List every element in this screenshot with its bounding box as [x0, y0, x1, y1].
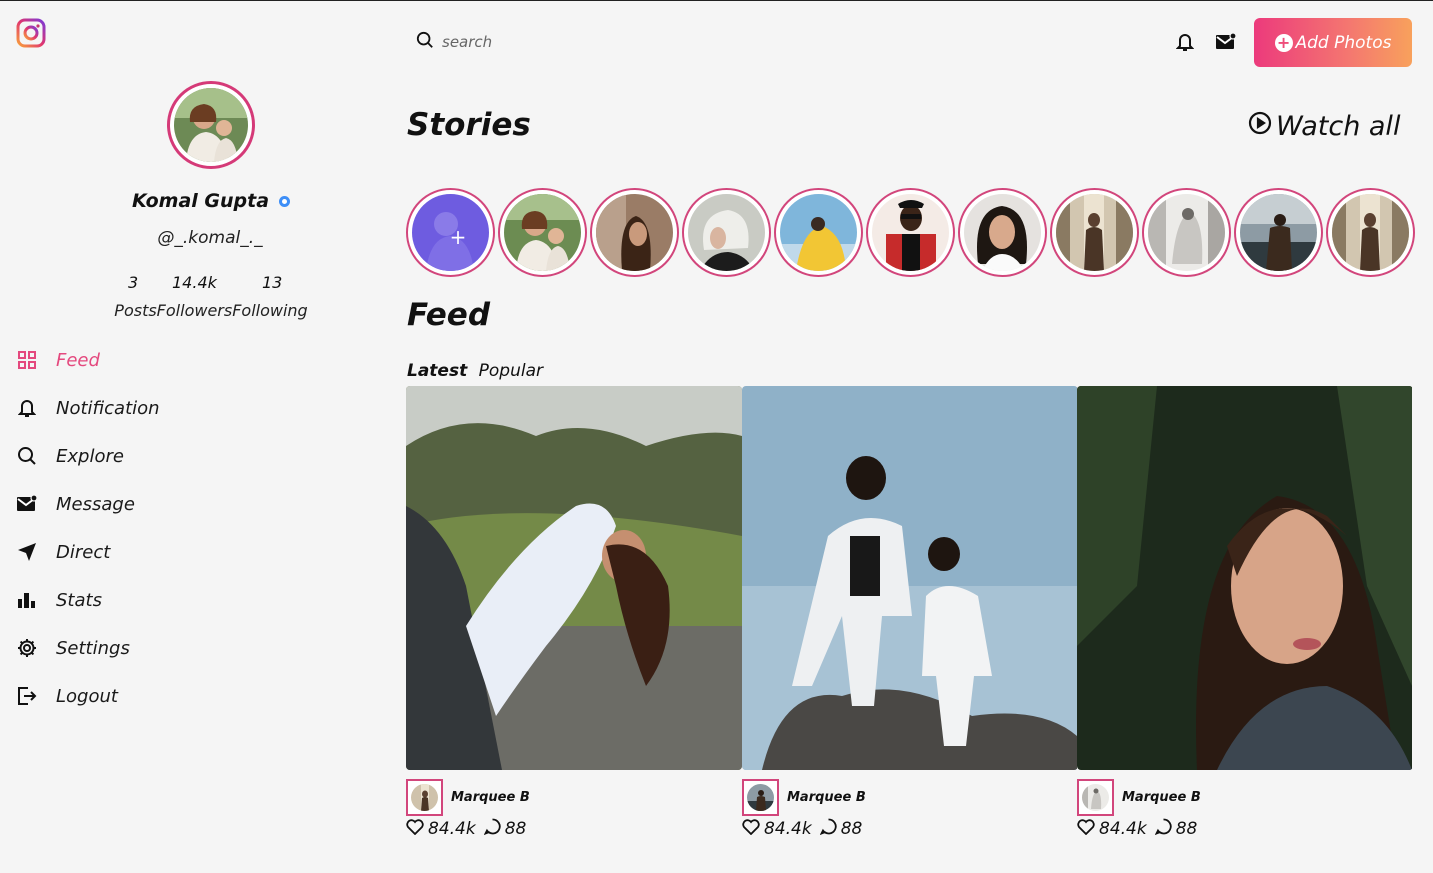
comment-icon[interactable]	[483, 818, 501, 840]
followers-count: 14.4k	[172, 273, 217, 292]
story-item[interactable]	[1050, 188, 1139, 277]
post-author-name[interactable]: Marquee B	[787, 790, 866, 805]
profile-avatar[interactable]	[167, 81, 255, 169]
sidebar-item-label: Explore	[56, 445, 124, 467]
comments-count: 88	[840, 819, 863, 839]
likes-count: 84.4k	[1099, 819, 1147, 839]
sidebar-item-explore[interactable]: Explore	[16, 432, 316, 480]
bell-icon	[16, 397, 38, 419]
bar-chart-icon	[16, 589, 38, 611]
comments-count: 88	[1175, 819, 1198, 839]
watch-all-label: Watch all	[1276, 111, 1401, 142]
watch-all-link[interactable]: Watch all	[1248, 111, 1400, 142]
post-author-name[interactable]: Marquee B	[451, 790, 530, 805]
logout-icon	[16, 685, 38, 707]
messages-mail-icon[interactable]	[1215, 31, 1237, 53]
instagram-logo-icon[interactable]	[16, 18, 46, 48]
sidebar-item-stats[interactable]: Stats	[16, 576, 316, 624]
sidebar-item-label: Direct	[56, 541, 111, 563]
add-photos-label: Add Photos	[1295, 32, 1392, 53]
following-count: 13	[262, 273, 283, 292]
story-item[interactable]	[1142, 188, 1231, 277]
profile-stats: 3 14.4k 13	[0, 273, 420, 295]
stories-row: +	[406, 188, 1416, 278]
heart-icon[interactable]	[742, 818, 760, 840]
mail-icon	[16, 493, 38, 515]
post-counts: 84.4k 88	[406, 818, 534, 840]
grid-icon	[16, 349, 38, 371]
add-story-button[interactable]: +	[406, 188, 495, 277]
sidebar-item-label: Stats	[56, 589, 102, 611]
feed-tabs: Latest Popular	[407, 361, 549, 381]
play-circle-icon	[1248, 111, 1272, 142]
feed-title: Feed	[407, 297, 491, 333]
story-item[interactable]	[1326, 188, 1415, 277]
sidebar-item-label: Message	[56, 493, 135, 515]
feed-post: Marquee B 84.4k 88	[1077, 386, 1413, 839]
post-author-name[interactable]: Marquee B	[1122, 790, 1201, 805]
sidebar-item-direct[interactable]: Direct	[16, 528, 316, 576]
story-item[interactable]	[682, 188, 771, 277]
post-image[interactable]	[406, 386, 742, 770]
tab-popular[interactable]: Popular	[479, 361, 543, 381]
sidebar-item-label: Feed	[56, 349, 100, 371]
likes-count: 84.4k	[764, 819, 812, 839]
search-input[interactable]	[442, 33, 692, 51]
verified-badge-icon	[279, 196, 291, 207]
tab-latest[interactable]: Latest	[407, 361, 467, 381]
story-item[interactable]	[590, 188, 679, 277]
sidebar-item-settings[interactable]: Settings	[16, 624, 316, 672]
heart-icon[interactable]	[406, 818, 424, 840]
post-image[interactable]	[742, 386, 1078, 770]
feed-post: Marquee B 84.4k 88	[406, 386, 742, 839]
profile-handle: @_.komal_._	[157, 228, 263, 248]
story-item[interactable]	[958, 188, 1047, 277]
story-item[interactable]	[1234, 188, 1323, 277]
likes-count: 84.4k	[428, 819, 476, 839]
post-author-avatar[interactable]	[406, 778, 443, 816]
profile-name: Komal Gupta	[0, 190, 422, 212]
story-item[interactable]	[866, 188, 955, 277]
add-photos-button[interactable]: + Add Photos	[1254, 18, 1412, 67]
post-meta: Marquee B	[1077, 778, 1277, 816]
search-bar	[416, 30, 716, 54]
sidebar: Komal Gupta @_.komal_._ 3 14.4k 13 Posts…	[0, 0, 400, 873]
profile-name-text: Komal Gupta	[131, 190, 270, 212]
profile-stats-labels: PostsFollowersFollowing	[114, 301, 308, 320]
plus-icon: +	[450, 225, 467, 249]
story-item[interactable]	[774, 188, 863, 277]
sidebar-item-label: Notification	[56, 397, 160, 419]
story-item[interactable]	[498, 188, 587, 277]
comments-count: 88	[504, 819, 527, 839]
search-icon	[416, 31, 434, 53]
post-author-avatar[interactable]	[742, 778, 779, 816]
sidebar-item-feed[interactable]: Feed	[16, 336, 316, 384]
heart-icon[interactable]	[1077, 818, 1095, 840]
posts-count: 3	[128, 273, 139, 292]
post-counts: 84.4k 88	[742, 818, 870, 840]
sidebar-item-label: Settings	[56, 637, 130, 659]
post-meta: Marquee B	[742, 778, 942, 816]
sidebar-item-message[interactable]: Message	[16, 480, 316, 528]
comment-icon[interactable]	[1154, 818, 1172, 840]
sidebar-nav: Feed Notification Explore Message Direct…	[16, 336, 316, 720]
gear-icon	[16, 637, 38, 659]
send-icon	[16, 541, 38, 563]
search-icon	[16, 445, 38, 467]
notification-bell-icon[interactable]	[1174, 31, 1196, 53]
sidebar-item-notification[interactable]: Notification	[16, 384, 316, 432]
sidebar-item-label: Logout	[56, 685, 118, 707]
sidebar-item-logout[interactable]: Logout	[16, 672, 316, 720]
post-author-avatar[interactable]	[1077, 778, 1114, 816]
post-meta: Marquee B	[406, 778, 606, 816]
post-counts: 84.4k 88	[1077, 818, 1205, 840]
feed-post: Marquee B 84.4k 88	[742, 386, 1078, 839]
plus-circle-icon: +	[1274, 33, 1293, 52]
stories-title: Stories	[407, 107, 531, 143]
comment-icon[interactable]	[819, 818, 837, 840]
post-image[interactable]	[1077, 386, 1413, 770]
